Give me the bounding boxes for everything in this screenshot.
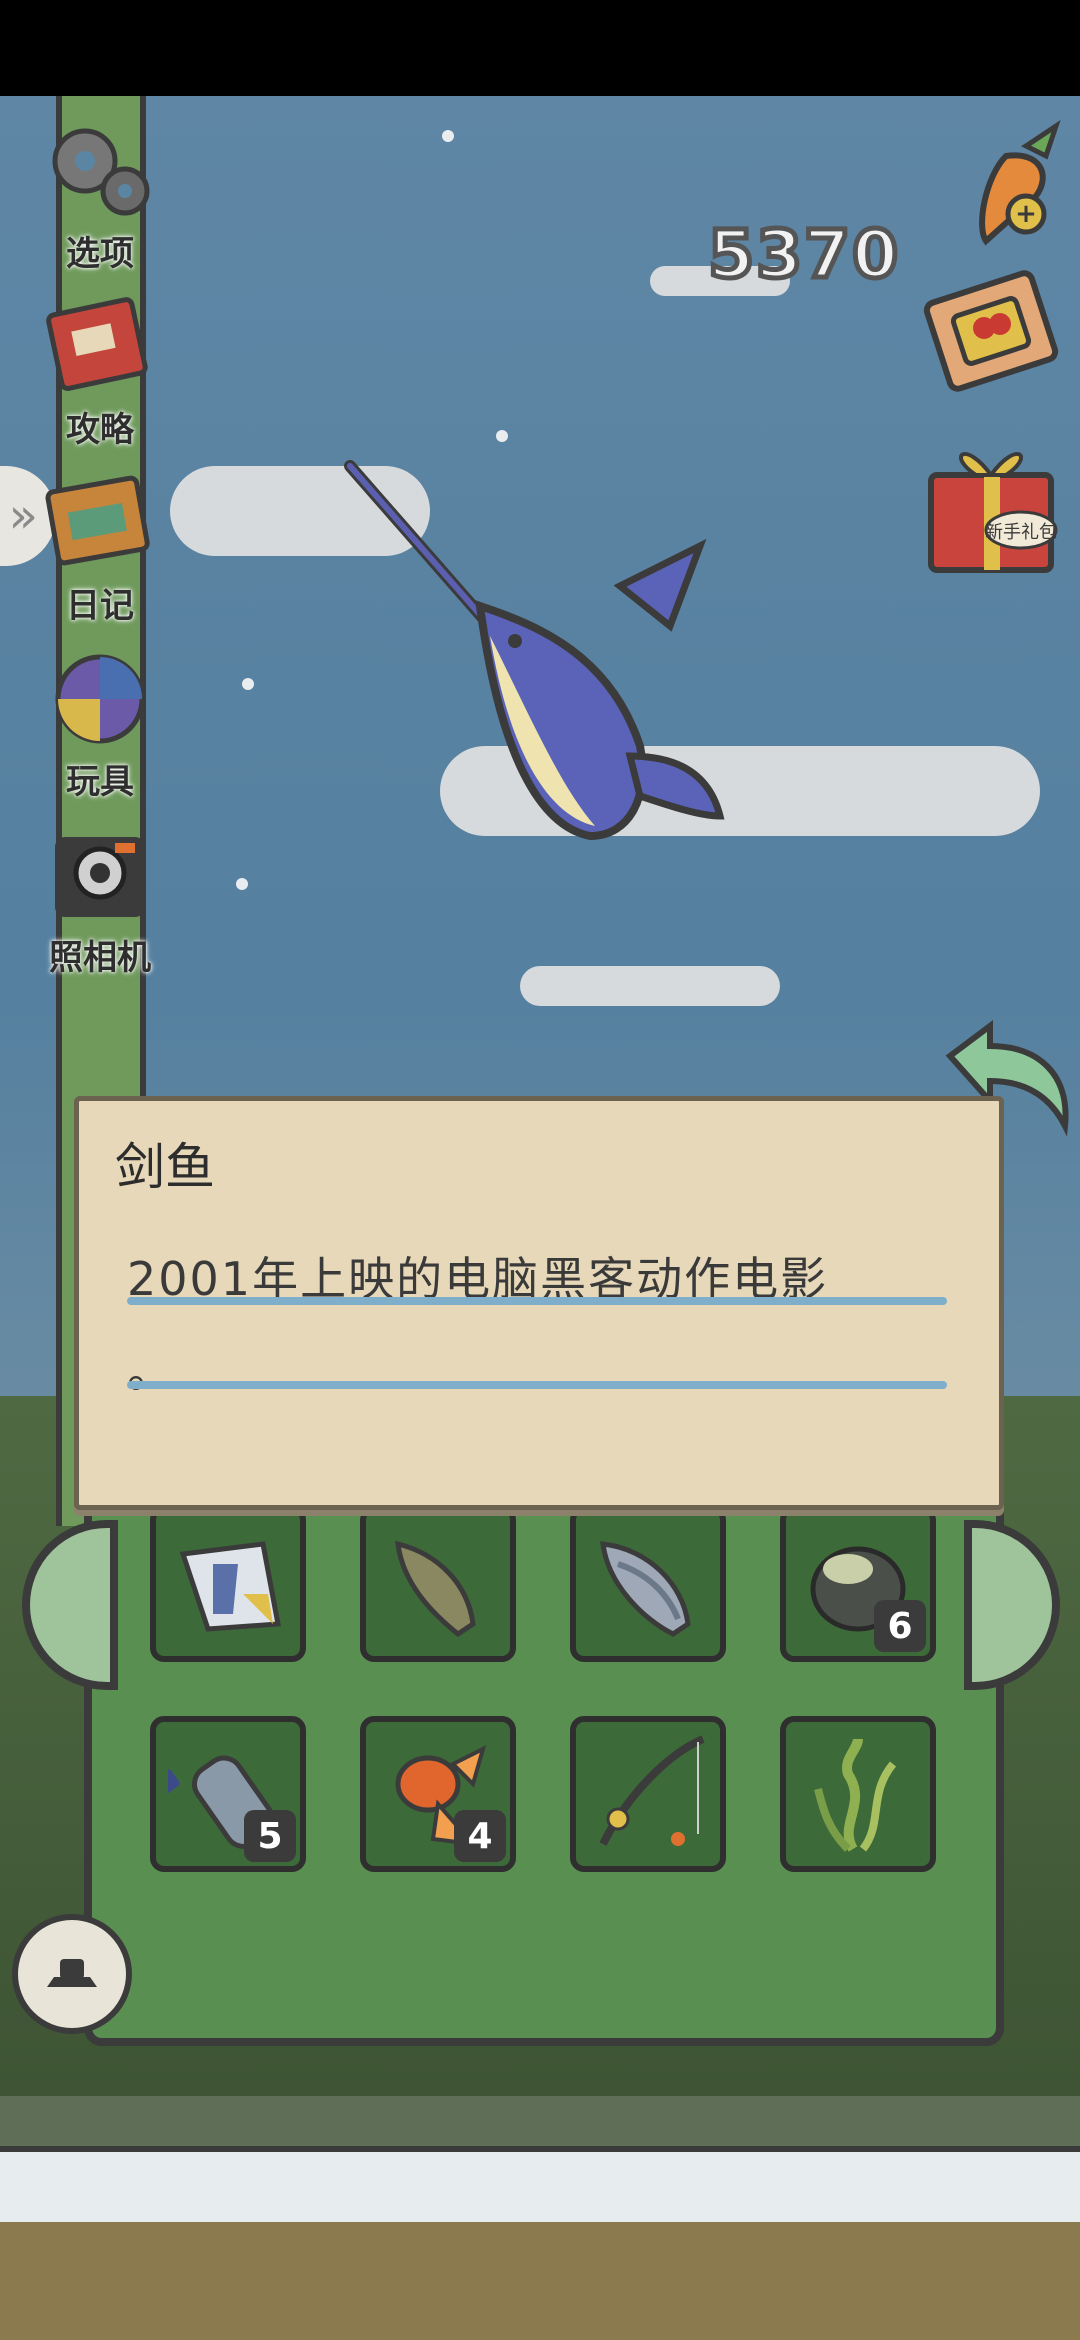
ground	[0, 2222, 1080, 2340]
bottom-left-button[interactable]	[12, 1914, 132, 2034]
snowflake	[242, 678, 254, 690]
sidebar-item-label: 攻略	[66, 410, 134, 450]
swordfish-image	[344, 460, 725, 841]
ticket-button[interactable]	[916, 266, 1066, 396]
text-underline	[127, 1381, 947, 1389]
seaweed-icon	[814, 1738, 897, 1852]
inventory-slot-bottle[interactable]: 5	[150, 1716, 306, 1872]
item-description-card: 剑鱼 2001年上映的电脑黑客动作电影 。	[74, 1096, 1004, 1510]
inventory-slot-seaweed[interactable]	[780, 1716, 936, 1872]
add-carrot-button[interactable]: +	[966, 116, 1066, 246]
inventory-slot-triggerfish[interactable]	[150, 1506, 306, 1662]
sidebar-item-label: 玩具	[66, 762, 134, 802]
guide-book-icon	[40, 292, 160, 402]
carrot-plus-icon: +	[979, 119, 1061, 246]
diary-icon	[40, 468, 160, 578]
svg-text:+: +	[1015, 199, 1037, 229]
gift-label: 新手礼包	[985, 522, 1057, 543]
inventory-slot-trout[interactable]	[360, 1506, 516, 1662]
game-scene: » 选项 攻略 日记 玩具 照相机 5370 + 新手礼包 6 5 4 剑鱼 2…	[0, 96, 1080, 2340]
fishing-rod-icon	[599, 1735, 705, 1846]
camera-icon	[40, 820, 160, 930]
carrot-count: 5370	[706, 214, 901, 296]
inventory-slot-fishing-rod[interactable]	[570, 1716, 726, 1872]
item-title: 剑鱼	[115, 1138, 215, 1196]
sidebar-item-label: 选项	[66, 234, 134, 274]
item-count-badge: 4	[454, 1810, 506, 1862]
item-count-badge: 5	[244, 1810, 296, 1862]
sidebar-item-label: 日记	[66, 586, 134, 626]
salmon-icon	[600, 1541, 691, 1637]
description-line: 。	[127, 1344, 175, 1398]
toy-icon	[40, 644, 160, 754]
hat-icon	[47, 1959, 97, 1987]
sidebar-item-toys[interactable]: 玩具	[30, 644, 170, 803]
snowflake	[496, 430, 508, 442]
sidebar-item-options[interactable]: 选项	[30, 116, 170, 275]
starter-gift-button[interactable]: 新手礼包	[916, 430, 1066, 580]
sidebar-item-diary[interactable]: 日记	[30, 468, 170, 627]
ground-snow	[0, 2146, 1080, 2226]
snowflake	[442, 130, 454, 142]
sidebar-item-camera[interactable]: 照相机	[30, 820, 170, 979]
description-line: 2001年上映的电脑黑客动作电影	[127, 1252, 829, 1306]
item-description: 2001年上映的电脑黑客动作电影 。	[127, 1233, 967, 1417]
sidebar-item-label: 照相机	[49, 938, 151, 978]
cloud	[520, 966, 780, 1006]
sidebar-item-guide[interactable]: 攻略	[30, 292, 170, 451]
inventory-slot-salmon[interactable]	[570, 1506, 726, 1662]
gear-icon	[40, 116, 160, 226]
status-bar	[0, 0, 1080, 96]
inventory-slot-goldfish[interactable]: 4	[360, 1716, 516, 1872]
inventory-slot-monkfish[interactable]: 6	[780, 1506, 936, 1662]
item-count-badge: 6	[874, 1600, 926, 1652]
ticket-icon	[923, 270, 1059, 392]
snowflake	[236, 878, 248, 890]
text-underline	[127, 1297, 947, 1305]
triggerfish-icon	[179, 1541, 281, 1632]
trout-icon	[395, 1540, 476, 1638]
gift-box-icon: 新手礼包	[928, 452, 1058, 573]
